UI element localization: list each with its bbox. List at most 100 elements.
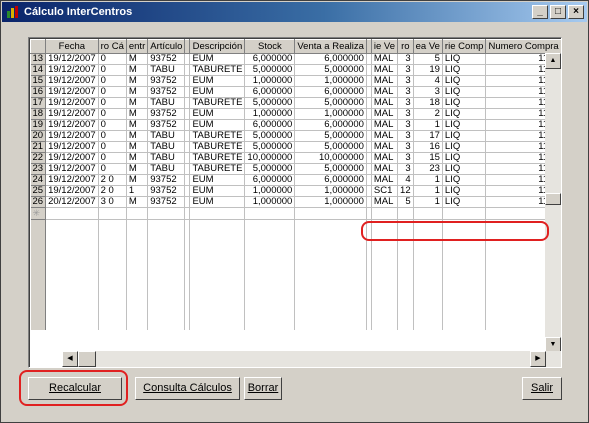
table-cell[interactable]: 1,000000 — [294, 185, 367, 197]
table-cell[interactable]: 6,000000 — [294, 53, 367, 65]
table-cell[interactable]: 5,000000 — [244, 163, 296, 175]
table-cell[interactable]: M — [126, 86, 149, 98]
table-cell[interactable]: EUM — [189, 86, 246, 98]
table-cell[interactable] — [561, 98, 562, 109]
table-cell[interactable]: 3 — [397, 130, 414, 142]
table-cell[interactable]: M — [126, 119, 149, 131]
table-cell[interactable]: 6,000000 — [244, 86, 296, 98]
table-cell[interactable]: 3 — [397, 163, 414, 175]
table-cell[interactable]: 6,000000 — [244, 174, 296, 186]
column-header[interactable]: Numero Compra — [485, 39, 561, 54]
table-cell[interactable]: 1,000000 — [244, 108, 296, 120]
table-cell[interactable]: 0 — [98, 86, 127, 98]
table-cell[interactable]: MAL — [371, 108, 399, 120]
table-cell[interactable]: 1 — [413, 119, 443, 131]
table-cell[interactable]: LIQ — [442, 75, 487, 87]
table-cell[interactable]: LIQ — [442, 130, 487, 142]
column-header[interactable]: L — [560, 39, 561, 54]
table-row[interactable]: 13 19/12/2007 0 M 93752 EUM 6,000000 6,000000 MA… — [30, 53, 562, 65]
table-cell[interactable]: LIQ — [442, 196, 487, 208]
table-cell[interactable]: 4 — [413, 75, 443, 87]
table-cell[interactable]: 3 — [397, 53, 414, 65]
table-cell[interactable]: 5,000000 — [294, 64, 367, 76]
row-header[interactable]: 23 — [30, 163, 47, 175]
vertical-scroll-thumb[interactable] — [545, 193, 561, 205]
table-cell[interactable]: TABURETE — [189, 163, 246, 175]
table-cell[interactable]: 1,000000 — [294, 108, 367, 120]
table-cell[interactable]: TABURETE — [189, 97, 246, 109]
row-header[interactable]: 24 — [30, 174, 47, 186]
row-header[interactable]: 20 — [30, 130, 47, 142]
table-cell[interactable]: 3 — [397, 108, 414, 120]
table-cell[interactable]: EUM — [189, 108, 246, 120]
table-cell[interactable]: EUM — [189, 53, 246, 65]
column-header[interactable]: entr — [125, 39, 149, 54]
table-cell[interactable]: 5 — [397, 196, 414, 208]
scroll-left-arrow-icon[interactable]: ◀ — [62, 351, 78, 367]
table-cell[interactable]: 19/12/2007 — [45, 86, 99, 98]
table-cell[interactable]: 19/12/2007 — [45, 174, 99, 186]
table-cell[interactable]: 10,000000 — [294, 152, 367, 164]
consulta-calculos-button[interactable]: Consulta Cálculos — [135, 377, 240, 400]
table-cell[interactable]: 19/12/2007 — [45, 64, 99, 76]
table-cell[interactable]: 0 — [98, 141, 127, 153]
table-cell[interactable]: TABU — [147, 141, 186, 153]
table-cell[interactable] — [561, 54, 562, 65]
table-cell[interactable]: 15 — [413, 152, 443, 164]
table-cell[interactable]: M — [126, 53, 149, 65]
table-cell[interactable]: 3 — [397, 97, 414, 109]
row-header[interactable]: 16 — [30, 86, 47, 98]
table-cell[interactable]: 3 — [413, 86, 443, 98]
table-cell[interactable] — [561, 76, 562, 87]
table-row[interactable]: 26 20/12/2007 3 0 M 93752 EUM 1,000000 1,000000… — [30, 196, 561, 208]
table-cell[interactable]: M — [126, 174, 149, 186]
table-cell[interactable]: 19/12/2007 — [45, 108, 99, 120]
table-cell[interactable]: 6,000000 — [294, 119, 367, 131]
table-cell[interactable]: EUM — [189, 75, 246, 87]
table-cell[interactable]: 2 — [413, 108, 443, 120]
table-cell[interactable]: 93752 — [147, 185, 186, 197]
table-cell[interactable] — [561, 65, 562, 76]
salir-button[interactable]: Salir — [522, 377, 562, 400]
table-cell[interactable]: M — [126, 163, 149, 175]
table-cell[interactable]: MAL — [371, 152, 399, 164]
table-cell[interactable]: EUM — [189, 174, 246, 186]
row-header[interactable]: 26 — [30, 196, 47, 208]
column-header[interactable]: Artículo — [147, 39, 186, 54]
column-header[interactable]: rie Comp — [441, 39, 487, 54]
table-cell[interactable]: M — [126, 141, 149, 153]
table-cell[interactable]: 19/12/2007 — [45, 163, 99, 175]
table-cell[interactable]: LIQ — [442, 185, 487, 197]
table-cell[interactable]: LIQ — [442, 174, 487, 186]
table-cell[interactable]: M — [126, 152, 149, 164]
table-cell[interactable]: M — [126, 75, 149, 87]
row-header[interactable]: 18 — [30, 108, 47, 120]
table-cell[interactable]: TABU — [147, 152, 186, 164]
table-cell[interactable]: 0 — [98, 64, 127, 76]
table-cell[interactable]: 6,000000 — [244, 53, 296, 65]
table-cell[interactable]: EUM — [189, 185, 246, 197]
table-row[interactable]: 17 19/12/2007 0 M TABU TABURETE 5,000000 5,0000… — [30, 97, 562, 109]
table-cell[interactable]: 19/12/2007 — [45, 130, 99, 142]
table-cell[interactable] — [561, 87, 562, 98]
table-cell[interactable]: TABU — [147, 64, 186, 76]
table-cell[interactable]: LIQ — [442, 163, 487, 175]
table-cell[interactable]: 12 — [397, 185, 414, 197]
vertical-scrollbar[interactable]: ▲ ▼ — [545, 53, 561, 353]
table-cell[interactable] — [561, 131, 562, 142]
table-cell[interactable]: 5,000000 — [244, 97, 296, 109]
table-cell[interactable] — [561, 175, 562, 186]
row-header[interactable]: 13 — [30, 53, 47, 65]
table-cell[interactable]: 5,000000 — [294, 163, 367, 175]
table-cell[interactable]: MAL — [371, 174, 399, 186]
table-cell[interactable]: 5,000000 — [294, 130, 367, 142]
table-cell[interactable]: 16 — [413, 141, 443, 153]
table-cell[interactable]: 5,000000 — [244, 130, 296, 142]
table-row[interactable]: 18 19/12/2007 0 M 93752 EUM 1,000000 1,000000 MA… — [30, 108, 561, 120]
column-header[interactable]: Venta a Realiza — [294, 39, 367, 54]
table-cell[interactable]: 0 — [98, 119, 127, 131]
table-cell[interactable]: 0 — [98, 130, 127, 142]
table-cell[interactable]: 3 — [397, 141, 414, 153]
table-cell[interactable]: MAL — [371, 86, 399, 98]
table-cell[interactable]: 10,000000 — [244, 152, 296, 164]
